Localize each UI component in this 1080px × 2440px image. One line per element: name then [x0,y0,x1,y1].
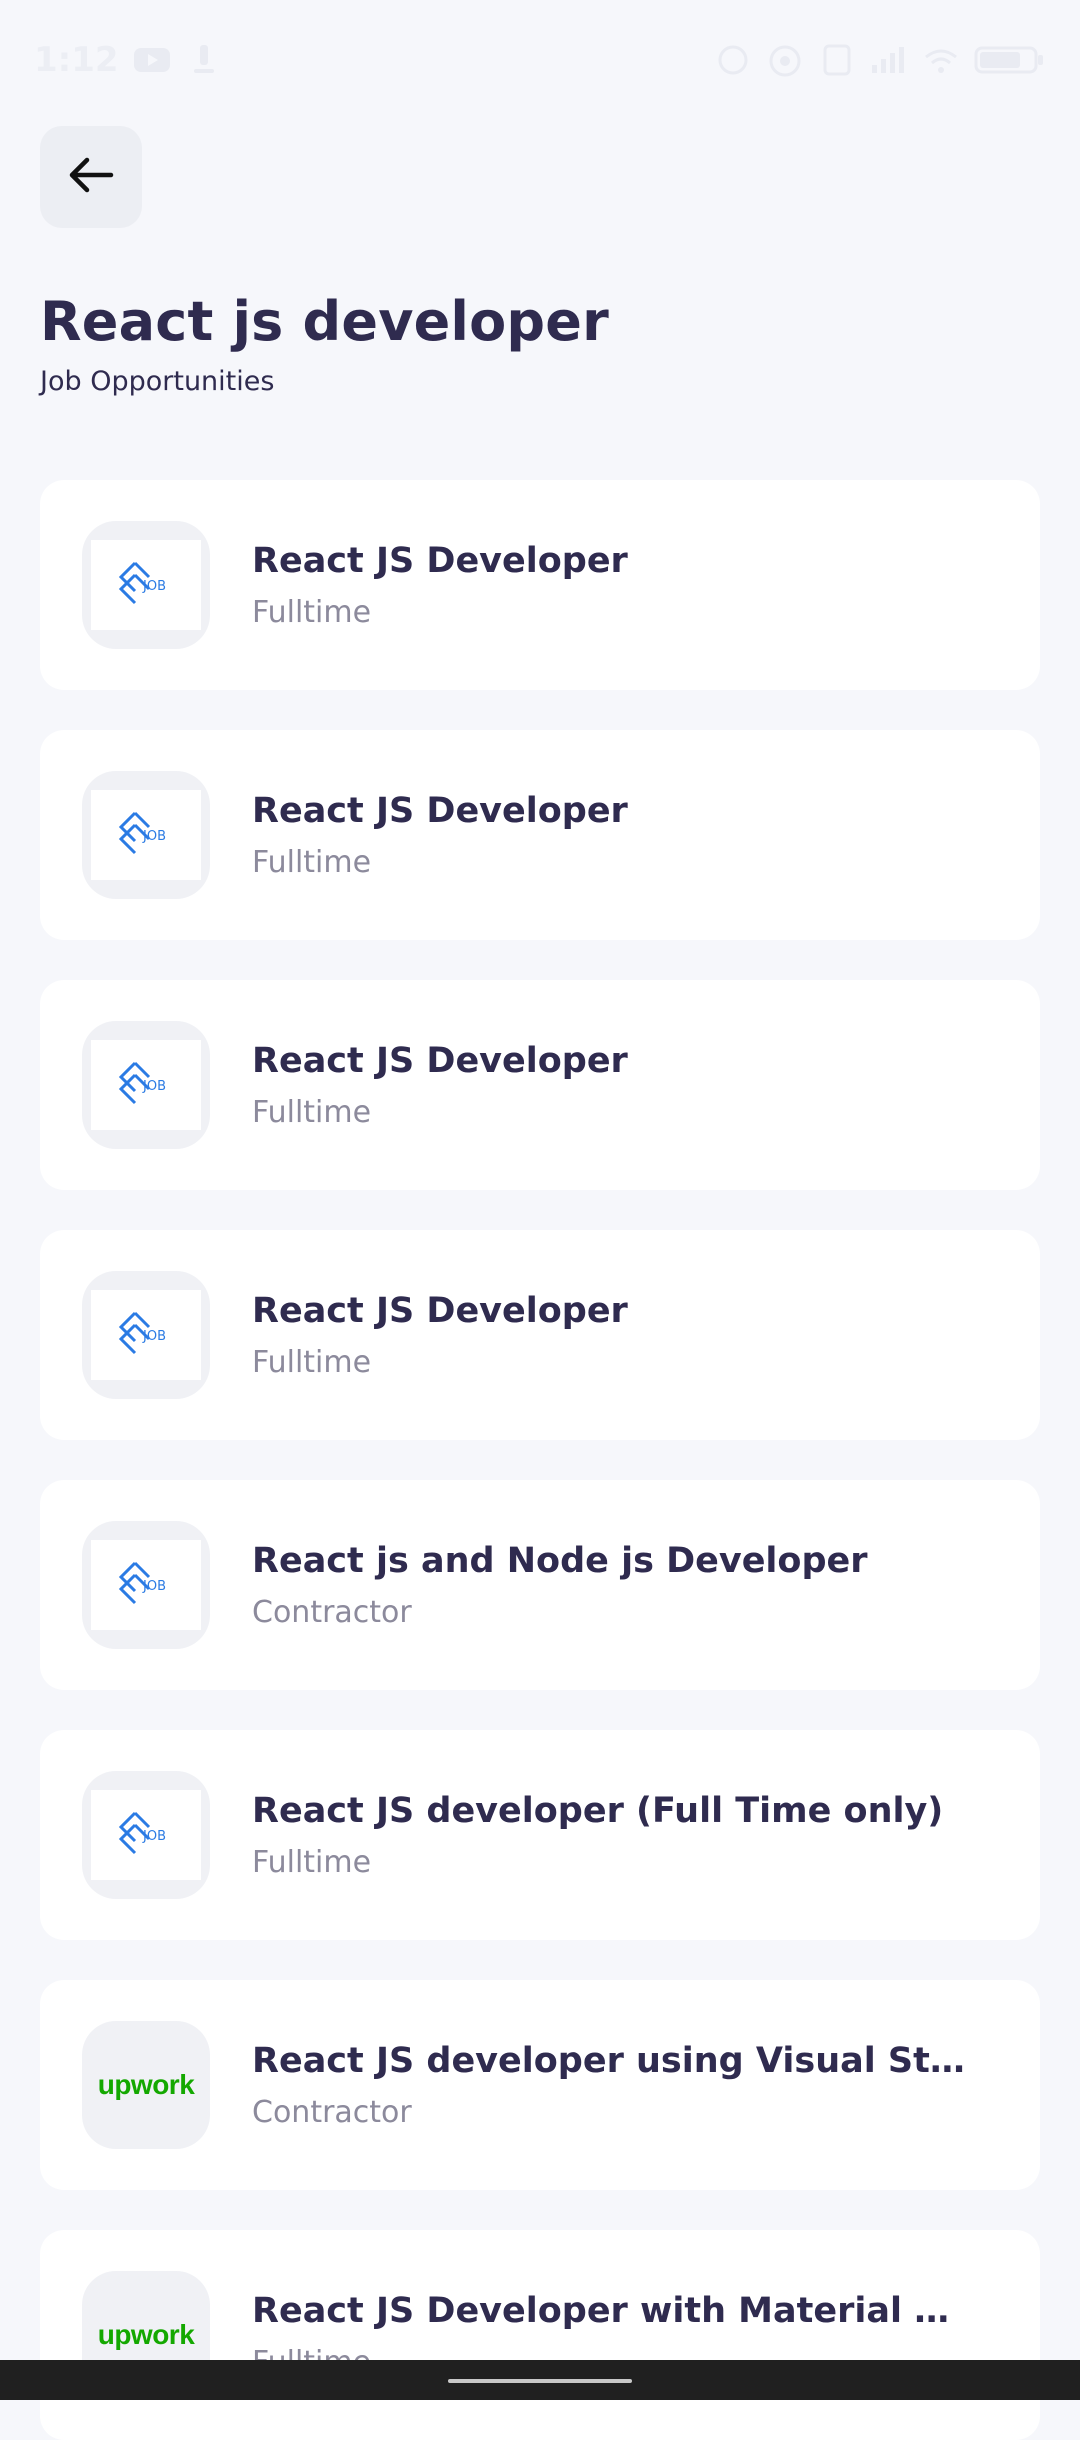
company-logo: JOB [82,521,210,649]
job-logo-icon: JOB [117,809,175,861]
page-subtitle: Job Opportunities [40,366,275,397]
job-title: React JS developer (Full Time only) [252,1790,944,1831]
company-logo: JOB [82,1271,210,1399]
job-type: Fulltime [252,594,372,630]
job-title: React JS Developer with Material UI exp.… [252,2290,972,2331]
status-bar: 1:12 [0,0,1080,120]
job-logo-icon: JOB [117,1809,175,1861]
job-info: React JS Developer Fulltime [252,1041,628,1130]
company-logo: JOB [82,1021,210,1149]
wifi-icon [922,41,960,79]
company-logo: JOB [82,1771,210,1899]
job-card[interactable]: JOB React JS Developer Fulltime [40,980,1040,1190]
upwork-logo: upwork [97,2319,195,2350]
job-card[interactable]: upwork React JS developer using Visual S… [40,1980,1040,2190]
sim-icon [818,41,856,79]
notification-icon [185,41,223,79]
job-title: React JS developer using Visual Studio 2… [252,2040,972,2081]
job-title: React JS Developer [252,540,628,581]
svg-text:JOB: JOB [142,829,166,844]
job-card[interactable]: JOB React js and Node js Developer Contr… [40,1480,1040,1690]
hotspot-icon [766,41,804,79]
chat-icon [714,41,752,79]
job-type: Fulltime [252,844,372,880]
company-logo: JOB [82,1521,210,1649]
status-right [714,41,1046,79]
job-card[interactable]: upwork React JS Developer with Material … [40,2230,1040,2440]
job-card[interactable]: JOB React JS Developer Fulltime [40,730,1040,940]
job-card[interactable]: JOB React JS Developer Fulltime [40,1230,1040,1440]
job-type: Contractor [252,2094,412,2130]
job-type: Fulltime [252,1094,372,1130]
job-logo-icon: JOB [117,1059,175,1111]
youtube-icon [133,41,171,79]
status-left: 1:12 [34,40,223,80]
job-title: React js and Node js Developer [252,1540,868,1581]
job-title: React JS Developer [252,1290,628,1331]
job-info: React JS developer (Full Time only) Full… [252,1791,943,1880]
svg-text:JOB: JOB [142,1329,166,1344]
job-card[interactable]: JOB React JS developer (Full Time only) … [40,1730,1040,1940]
company-logo: JOB [82,771,210,899]
job-logo-icon: JOB [117,559,175,611]
job-info: React JS Developer Fulltime [252,541,628,630]
signal-icon [870,41,908,79]
job-title: React JS Developer [252,790,628,831]
battery-icon [974,41,1046,79]
home-gesture-handle[interactable] [448,2379,632,2383]
job-type: Contractor [252,1594,412,1630]
svg-text:JOB: JOB [142,1829,166,1844]
job-card[interactable]: JOB React JS Developer Fulltime [40,480,1040,690]
job-info: React JS Developer Fulltime [252,791,628,880]
job-type: Fulltime [252,1344,372,1380]
job-type: Fulltime [252,1844,372,1880]
job-title: React JS Developer [252,1040,628,1081]
job-info: React JS Developer Fulltime [252,1291,628,1380]
upwork-logo: upwork [97,2069,195,2100]
arrow-left-icon [67,155,115,199]
company-logo: upwork [82,2021,210,2149]
job-logo-icon: JOB [117,1309,175,1361]
svg-text:JOB: JOB [142,579,166,594]
job-info: React JS developer using Visual Studio 2… [252,2041,972,2130]
back-button[interactable] [40,126,142,228]
page-title: React js developer [40,290,609,353]
svg-text:JOB: JOB [142,1079,166,1094]
job-logo-icon: JOB [117,1559,175,1611]
job-list: JOB React JS Developer Fulltime JOB Reac… [40,480,1040,2440]
status-time: 1:12 [34,40,119,80]
svg-text:JOB: JOB [142,1579,166,1594]
job-info: React js and Node js Developer Contracto… [252,1541,868,1630]
